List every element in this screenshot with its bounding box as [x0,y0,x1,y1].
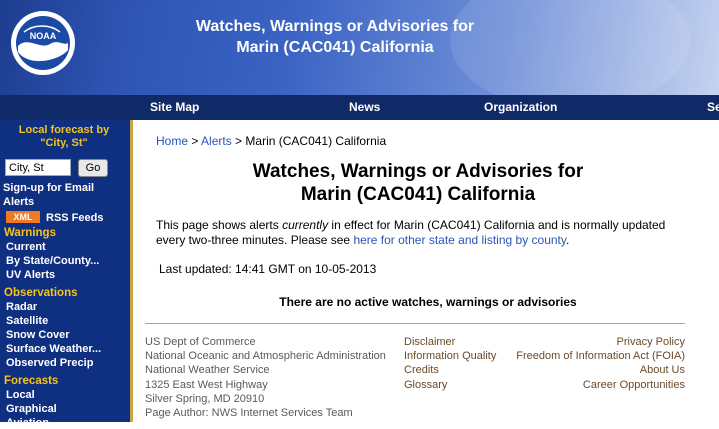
xml-badge-icon[interactable]: XML [6,211,40,223]
footer-credits-link[interactable]: Credits [404,363,496,377]
sidebar-divider [130,120,133,422]
footer-address-line[interactable]: National Oceanic and Atmospheric Adminis… [145,349,386,363]
footer-middle-links: Disclaimer Information Quality Credits G… [404,335,496,392]
breadcrumb-separator: > [188,134,202,148]
breadcrumb-separator: > [231,134,246,148]
nav-site-map[interactable]: Site Map [150,95,199,120]
observations-heading: Observations [4,287,78,299]
nav-search-cut[interactable]: Se [707,95,719,120]
local-forecast-line2: "City, St" [40,137,88,149]
page-header: NOAA Watches, Warnings or Advisories for… [0,0,719,95]
rss-feeds-link[interactable]: RSS Feeds [46,212,103,224]
signup-alerts-link[interactable]: Alerts [3,196,34,208]
breadcrumb-current: Marin (CAC041) California [245,134,387,148]
main-content: Home > Alerts > Marin (CAC041) Californi… [140,120,700,422]
intro-emphasis: currently [282,218,329,232]
header-title: Watches, Warnings or Advisories for Mari… [150,16,520,58]
sidebar-item-aviation[interactable]: Aviation [6,417,49,429]
intro-paragraph: This page shows alerts currently in effe… [156,218,676,248]
sidebar-item-graphical[interactable]: Graphical [6,403,57,415]
breadcrumb-alerts-link[interactable]: Alerts [201,134,232,148]
intro-text: . [566,233,570,247]
footer-divider [145,323,685,324]
footer-career-opportunities-link[interactable]: Career Opportunities [500,378,685,392]
sidebar-item-satellite[interactable]: Satellite [6,315,48,327]
sidebar-item-current[interactable]: Current [6,241,46,253]
warnings-heading: Warnings [4,227,56,239]
page-title-line2: Marin (CAC041) California [300,184,536,205]
footer-privacy-policy-link[interactable]: Privacy Policy [500,335,685,349]
footer-right-links: Privacy Policy Freedom of Information Ac… [500,335,685,392]
forecasts-heading: Forecasts [4,375,59,387]
local-forecast-line1: Local forecast by [18,124,110,136]
footer-foia-link[interactable]: Freedom of Information Act (FOIA) [500,349,685,363]
intro-text: This page shows alerts [156,218,283,232]
footer-about-us-link[interactable]: About Us [500,363,685,377]
sidebar-item-radar[interactable]: Radar [6,301,37,313]
footer-address: US Dept of Commerce National Oceanic and… [145,335,386,420]
page-title: Watches, Warnings or Advisories for Mari… [140,160,696,206]
sidebar-item-observed-precip[interactable]: Observed Precip [6,357,93,369]
city-state-input[interactable] [5,159,71,176]
noaa-logo-icon[interactable]: NOAA [10,10,76,76]
no-alerts-message: There are no active watches, warnings or… [279,295,577,309]
footer-address-line[interactable]: National Weather Service [145,363,386,377]
last-updated-text: Last updated: 14:41 GMT on 10-05-2013 [159,262,377,276]
footer-address-line: Silver Spring, MD 20910 [145,392,265,405]
footer-glossary-link[interactable]: Glossary [404,378,496,392]
other-states-link[interactable]: here for other state and listing by coun… [353,233,566,247]
breadcrumb-home-link[interactable]: Home [156,134,188,148]
sidebar-item-by-state-county[interactable]: By State/County... [6,255,99,267]
signup-email-link[interactable]: Sign-up for Email [3,182,94,194]
footer-address-line: 1325 East West Highway [145,378,268,391]
footer-address-line[interactable]: US Dept of Commerce [145,335,386,349]
header-title-line1: Watches, Warnings or Advisories for [195,18,475,35]
header-title-line2: Marin (CAC041) California [236,39,434,56]
nav-organization[interactable]: Organization [484,95,557,120]
footer-disclaimer-link[interactable]: Disclaimer [404,335,496,349]
sidebar-item-snow-cover[interactable]: Snow Cover [6,329,70,341]
sidebar-item-surface-weather[interactable]: Surface Weather... [6,343,101,355]
top-nav-bar: Site Map News Organization [0,95,719,120]
logo-text: NOAA [30,31,57,41]
local-forecast-title: Local forecast by "City, St" [0,124,128,150]
page-title-line1: Watches, Warnings or Advisories for [252,161,584,182]
footer-information-quality-link[interactable]: Information Quality [404,349,496,363]
sidebar-item-local[interactable]: Local [6,389,35,401]
footer-page-author[interactable]: Page Author: NWS Internet Services Team [145,406,386,420]
sidebar-item-uv-alerts[interactable]: UV Alerts [6,269,55,281]
breadcrumb: Home > Alerts > Marin (CAC041) Californi… [156,134,386,148]
go-button[interactable]: Go [78,159,108,177]
left-sidebar: Local forecast by "City, St" Go Sign-up … [0,120,133,429]
nav-news[interactable]: News [349,95,380,120]
